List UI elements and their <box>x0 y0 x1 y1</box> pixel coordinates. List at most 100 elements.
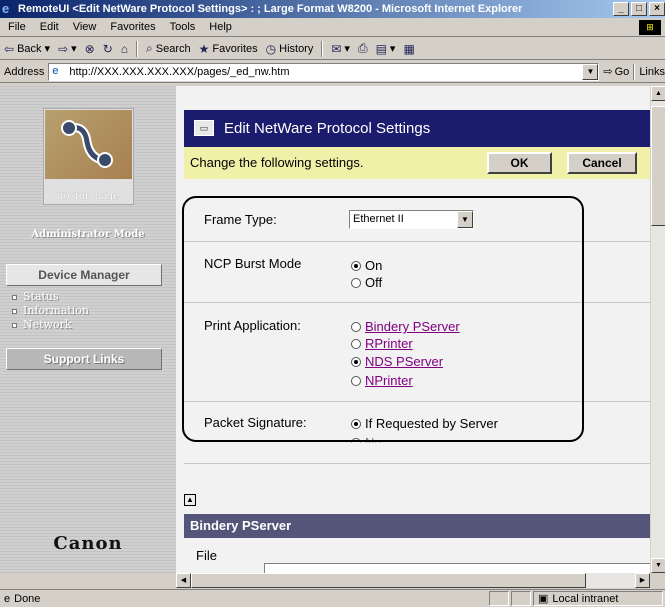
radio-selected-icon <box>351 260 361 271</box>
settings-panel-icon: ▭ <box>194 120 214 136</box>
back-arrow-icon: ⇦ <box>4 41 15 56</box>
refresh-icon: ↻ <box>102 41 113 56</box>
menu-help[interactable]: Help <box>207 21 234 33</box>
favorites-button[interactable]: ★ Favorites <box>199 42 258 56</box>
print-application-label: Print Application: <box>204 318 301 333</box>
radio-icon <box>351 437 361 443</box>
menu-view[interactable]: View <box>71 21 99 33</box>
scroll-top-icon[interactable]: ▲ <box>184 494 196 506</box>
home-button[interactable]: ⌂ <box>121 42 128 56</box>
vertical-scrollbar[interactable]: ▲ ▼ <box>650 86 665 573</box>
discuss-icon: ▦ <box>403 41 415 56</box>
status-bar: e Done ▣ Local intranet <box>0 589 665 607</box>
scroll-up-icon[interactable]: ▲ <box>651 86 665 101</box>
stop-button[interactable]: ⊗ <box>85 42 95 56</box>
links-button[interactable]: Links <box>639 66 665 78</box>
nprinter-radio[interactable]: NPrinter <box>351 373 413 388</box>
nav-list: Status Information Network <box>12 290 89 332</box>
device-manager-button[interactable]: Device Manager <box>6 264 162 286</box>
maximize-button[interactable]: □ <box>631 2 647 16</box>
forward-button[interactable]: ⇨ ▾ <box>58 42 77 56</box>
instruction-text: Change the following settings. <box>190 155 364 170</box>
page-icon: e <box>52 64 59 77</box>
chevron-down-icon[interactable]: ▼ <box>457 211 473 228</box>
menu-tools[interactable]: Tools <box>168 21 198 33</box>
go-button[interactable]: ⇨ Go <box>603 65 629 79</box>
nds-pserver-radio[interactable]: NDS PServer <box>351 354 443 369</box>
bindery-pserver-radio[interactable]: Bindery PServer <box>351 319 460 334</box>
radio-icon <box>351 338 361 349</box>
page-header: ▭ Edit NetWare Protocol Settings <box>184 110 650 147</box>
search-button[interactable]: ⌕ Search <box>146 41 191 56</box>
nprinter-link[interactable]: NPrinter <box>365 373 413 388</box>
scroll-down-icon[interactable]: ▼ <box>651 558 665 573</box>
horizontal-scroll-thumb[interactable] <box>191 573 586 588</box>
nds-pserver-link[interactable]: NDS PServer <box>365 354 443 369</box>
sidebar: To Top page Administrator Mode Device Ma… <box>0 86 176 573</box>
print-button[interactable]: ⎙ <box>358 41 368 56</box>
history-label: History <box>279 42 314 55</box>
address-input[interactable]: e http://XXX.XXX.XXX.XXX/pages/_ed_nw.ht… <box>48 62 600 81</box>
toolbar-separator <box>136 40 139 57</box>
support-links-button[interactable]: Support Links <box>6 348 162 370</box>
top-page-button[interactable]: To Top page <box>43 108 134 205</box>
menu-bar: File Edit View Favorites Tools Help <box>0 18 665 37</box>
address-label: Address <box>4 65 45 78</box>
cancel-button[interactable]: Cancel <box>567 152 637 174</box>
radio-selected-icon <box>351 356 361 367</box>
rprinter-radio[interactable]: RPrinter <box>351 336 413 351</box>
frame-type-select[interactable]: Ethernet II ▼ <box>349 210 474 229</box>
rprinter-link[interactable]: RPrinter <box>365 336 413 351</box>
address-separator <box>633 63 636 80</box>
standard-toolbar: ⇦ Back ▾ ⇨ ▾ ⊗ ↻ ⌂ ⌕ Search ★ Favorites ◷ Hi… <box>0 38 665 60</box>
scroll-right-icon[interactable]: ▶ <box>635 573 650 588</box>
if-requested-radio[interactable]: If Requested by Server <box>351 416 498 431</box>
home-icon: ⌂ <box>120 41 129 56</box>
address-dropdown-button[interactable]: ▼ <box>582 63 599 80</box>
nav-item-information[interactable]: Information <box>12 304 89 318</box>
security-zone: ▣ Local intranet <box>533 591 663 606</box>
refresh-button[interactable]: ↻ <box>103 42 113 56</box>
scroll-left-icon[interactable]: ◀ <box>176 573 191 588</box>
horizontal-scrollbar[interactable]: ◀ ▶ <box>176 573 650 588</box>
back-button[interactable]: ⇦ Back ▾ <box>4 42 50 56</box>
divider <box>184 241 650 242</box>
status-cell <box>511 591 531 606</box>
history-icon: ◷ <box>265 41 277 56</box>
bindery-pserver-link[interactable]: Bindery PServer <box>365 319 460 334</box>
mail-button[interactable]: ✉ ▾ <box>331 42 350 56</box>
forward-arrow-icon: ⇨ <box>58 41 69 56</box>
menu-file[interactable]: File <box>6 21 28 33</box>
windows-logo-icon: ⊞ <box>639 20 661 35</box>
bindery-section-header: Bindery PServer <box>184 514 650 538</box>
ok-button[interactable]: OK <box>487 152 552 174</box>
menu-edit[interactable]: Edit <box>38 21 61 33</box>
frame-type-label: Frame Type: <box>204 212 277 227</box>
bullet-icon <box>12 322 17 328</box>
edit-button[interactable]: ▤ ▾ <box>376 42 396 56</box>
vertical-scroll-thumb[interactable] <box>651 106 665 226</box>
toolbar-separator <box>321 40 324 57</box>
menu-favorites[interactable]: Favorites <box>108 21 157 33</box>
discuss-button[interactable]: ▦ <box>403 42 414 56</box>
stop-icon: ⊗ <box>84 41 95 56</box>
nav-item-network[interactable]: Network <box>12 318 89 332</box>
favorites-icon: ★ <box>198 41 210 56</box>
title-bar: e RemoteUI <Edit NetWare Protocol Settin… <box>0 0 665 18</box>
ncp-burst-on-radio[interactable]: On <box>351 258 382 273</box>
nav-item-status[interactable]: Status <box>12 290 89 304</box>
ncp-burst-off-radio[interactable]: Off <box>351 275 382 290</box>
minimize-button[interactable]: _ <box>613 2 629 16</box>
file-input[interactable] <box>264 563 650 573</box>
address-url: http://XXX.XXX.XXX.XXX/pages/_ed_nw.htm <box>69 65 290 78</box>
nav-label: Network <box>23 318 72 331</box>
frame-type-value: Ethernet II <box>353 213 404 225</box>
close-button[interactable]: × <box>649 2 665 16</box>
history-button[interactable]: ◷ History <box>266 42 314 56</box>
page-done-icon: e <box>4 592 11 605</box>
no-radio-partial[interactable]: No <box>351 435 382 443</box>
radio-icon <box>351 321 361 332</box>
admin-mode-label: Administrator Mode <box>31 229 145 240</box>
ncp-burst-label: NCP Burst Mode <box>204 256 302 271</box>
top-page-label: To Top page <box>57 191 120 202</box>
